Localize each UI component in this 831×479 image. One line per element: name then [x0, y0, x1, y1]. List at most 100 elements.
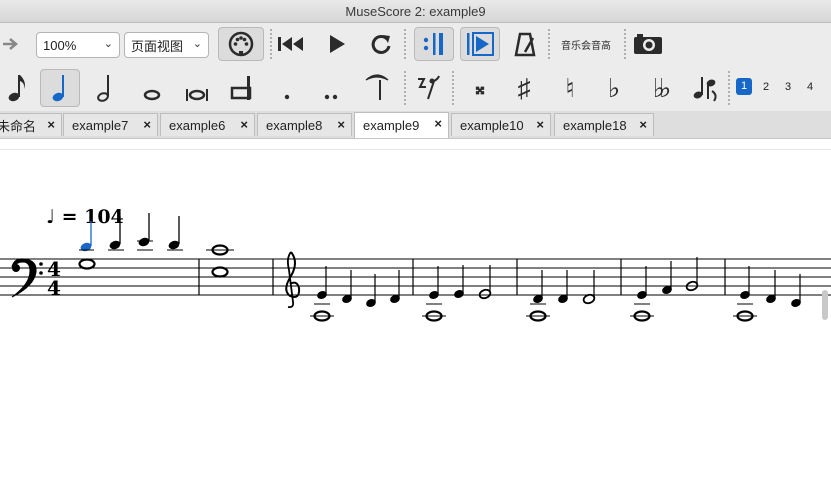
whole-note-icon [143, 89, 161, 101]
zoom-select[interactable]: 100% ⌄ [36, 32, 120, 58]
tie-icon [365, 74, 389, 100]
eighth-note-button[interactable] [2, 71, 32, 105]
half-note-button[interactable] [90, 71, 120, 105]
main-toolbar: 100% ⌄ 页面视图 ⌄ 音乐会音高 [0, 23, 831, 65]
tab-label: example18 [563, 117, 627, 133]
bass-clef[interactable] [11, 258, 43, 298]
tab-label: example8 [266, 117, 323, 133]
measure-6[interactable] [630, 257, 699, 322]
quarter-note-icon [52, 75, 64, 102]
longa-icon [230, 76, 252, 100]
half-note-icon [97, 75, 109, 102]
flip-direction-button[interactable] [690, 71, 722, 105]
close-icon[interactable]: × [47, 117, 55, 132]
toolbar-separator [728, 71, 730, 105]
concert-pitch-button[interactable]: 音乐会音高 [556, 33, 616, 55]
play-button[interactable] [322, 31, 352, 57]
eighth-note-icon [8, 75, 25, 102]
tab-untitled[interactable]: 未命名 × [0, 113, 62, 136]
double-dot-button[interactable] [318, 71, 344, 105]
whole-note-button[interactable] [138, 71, 166, 105]
tab-label: example7 [72, 117, 129, 133]
sharp-button[interactable]: ♯ [510, 71, 538, 105]
dot-icon [284, 94, 290, 100]
pan-icon [467, 32, 494, 56]
rewind-button[interactable] [273, 31, 309, 57]
double-dot-icon [324, 94, 338, 100]
flip-direction-icon [693, 77, 717, 102]
loop-button[interactable] [366, 31, 396, 57]
quarter-note-button[interactable] [40, 69, 80, 107]
close-icon[interactable]: × [536, 117, 544, 132]
measure-7[interactable] [733, 266, 802, 322]
measure-1[interactable] [78, 213, 183, 270]
tab-example9[interactable]: example9 × [354, 112, 449, 138]
sharp-icon: ♯ [517, 72, 531, 103]
vertical-scrollbar[interactable] [822, 290, 828, 320]
metronome-button[interactable] [510, 29, 540, 59]
midi-input-button[interactable] [218, 27, 264, 61]
view-mode-value: 页面视图 [131, 38, 184, 54]
window-title: MuseScore 2: example9 [345, 4, 486, 19]
longa-button[interactable] [226, 71, 256, 105]
staff-lines [0, 258, 831, 296]
augmentation-dot-button[interactable] [276, 71, 298, 105]
toolbar-separator [452, 71, 454, 105]
close-icon[interactable]: × [337, 117, 345, 132]
score-staff[interactable]: 4 4 [0, 150, 831, 479]
zoom-value: 100% [43, 37, 77, 53]
double-whole-note-button[interactable] [182, 71, 212, 105]
tab-example10[interactable]: example10 × [451, 113, 551, 136]
chevron-down-icon: ⌄ [192, 38, 202, 50]
rest-icon [418, 75, 440, 100]
double-flat-button[interactable]: ♭♭ [644, 71, 674, 105]
repeat-icon [423, 33, 443, 55]
measure-2[interactable] [206, 244, 234, 278]
close-icon[interactable]: × [434, 116, 442, 131]
redo-icon[interactable] [0, 31, 22, 57]
close-icon[interactable]: × [143, 117, 151, 132]
rewind-icon [278, 37, 303, 51]
time-signature-bottom[interactable]: 4 [47, 276, 61, 300]
toolbar-separator [548, 29, 550, 59]
voice-3-button[interactable]: 3 [780, 78, 796, 95]
flat-button[interactable]: ♭ [600, 71, 628, 105]
play-repeats-button[interactable] [414, 27, 454, 61]
toolbar-separator [404, 29, 406, 59]
camera-icon [634, 34, 662, 54]
natural-button[interactable]: ♮ [556, 71, 584, 105]
tab-label: example9 [363, 118, 420, 133]
view-mode-select[interactable]: 页面视图 ⌄ [124, 32, 209, 58]
natural-icon: ♮ [565, 72, 575, 103]
tab-example7[interactable]: example7 × [63, 113, 158, 136]
metronome-icon [514, 32, 536, 57]
loop-icon [371, 34, 391, 54]
tie-button[interactable] [362, 69, 392, 105]
voice-4-button[interactable]: 4 [802, 78, 818, 95]
measure-4[interactable] [422, 265, 492, 322]
chevron-down-icon: ⌄ [103, 38, 113, 50]
treble-clef[interactable] [285, 251, 301, 309]
flat-icon: ♭ [607, 72, 621, 103]
double-sharp-button[interactable]: 𝄪 [466, 71, 494, 105]
voice-1-button[interactable]: 1 [736, 78, 752, 95]
toolbar-separator [404, 71, 406, 105]
voice-2-button[interactable]: 2 [758, 78, 774, 95]
tab-example6[interactable]: example6 × [160, 113, 255, 136]
pan-score-button[interactable] [460, 27, 500, 61]
rest-button[interactable] [412, 71, 444, 105]
double-sharp-icon: 𝄪 [475, 76, 485, 99]
double-flat-icon: ♭♭ [652, 72, 671, 103]
tab-label: 未命名 [0, 118, 37, 134]
close-icon[interactable]: × [639, 117, 647, 132]
title-bar: MuseScore 2: example9 [0, 0, 831, 23]
tab-example8[interactable]: example8 × [257, 113, 352, 136]
measure-3[interactable] [310, 266, 401, 322]
breve-icon [186, 89, 208, 101]
close-icon[interactable]: × [240, 117, 248, 132]
midi-icon [228, 31, 254, 57]
image-capture-button[interactable] [632, 31, 664, 57]
tab-label: example10 [460, 117, 524, 133]
tab-example18[interactable]: example18 × [554, 113, 654, 136]
play-icon [330, 35, 345, 53]
